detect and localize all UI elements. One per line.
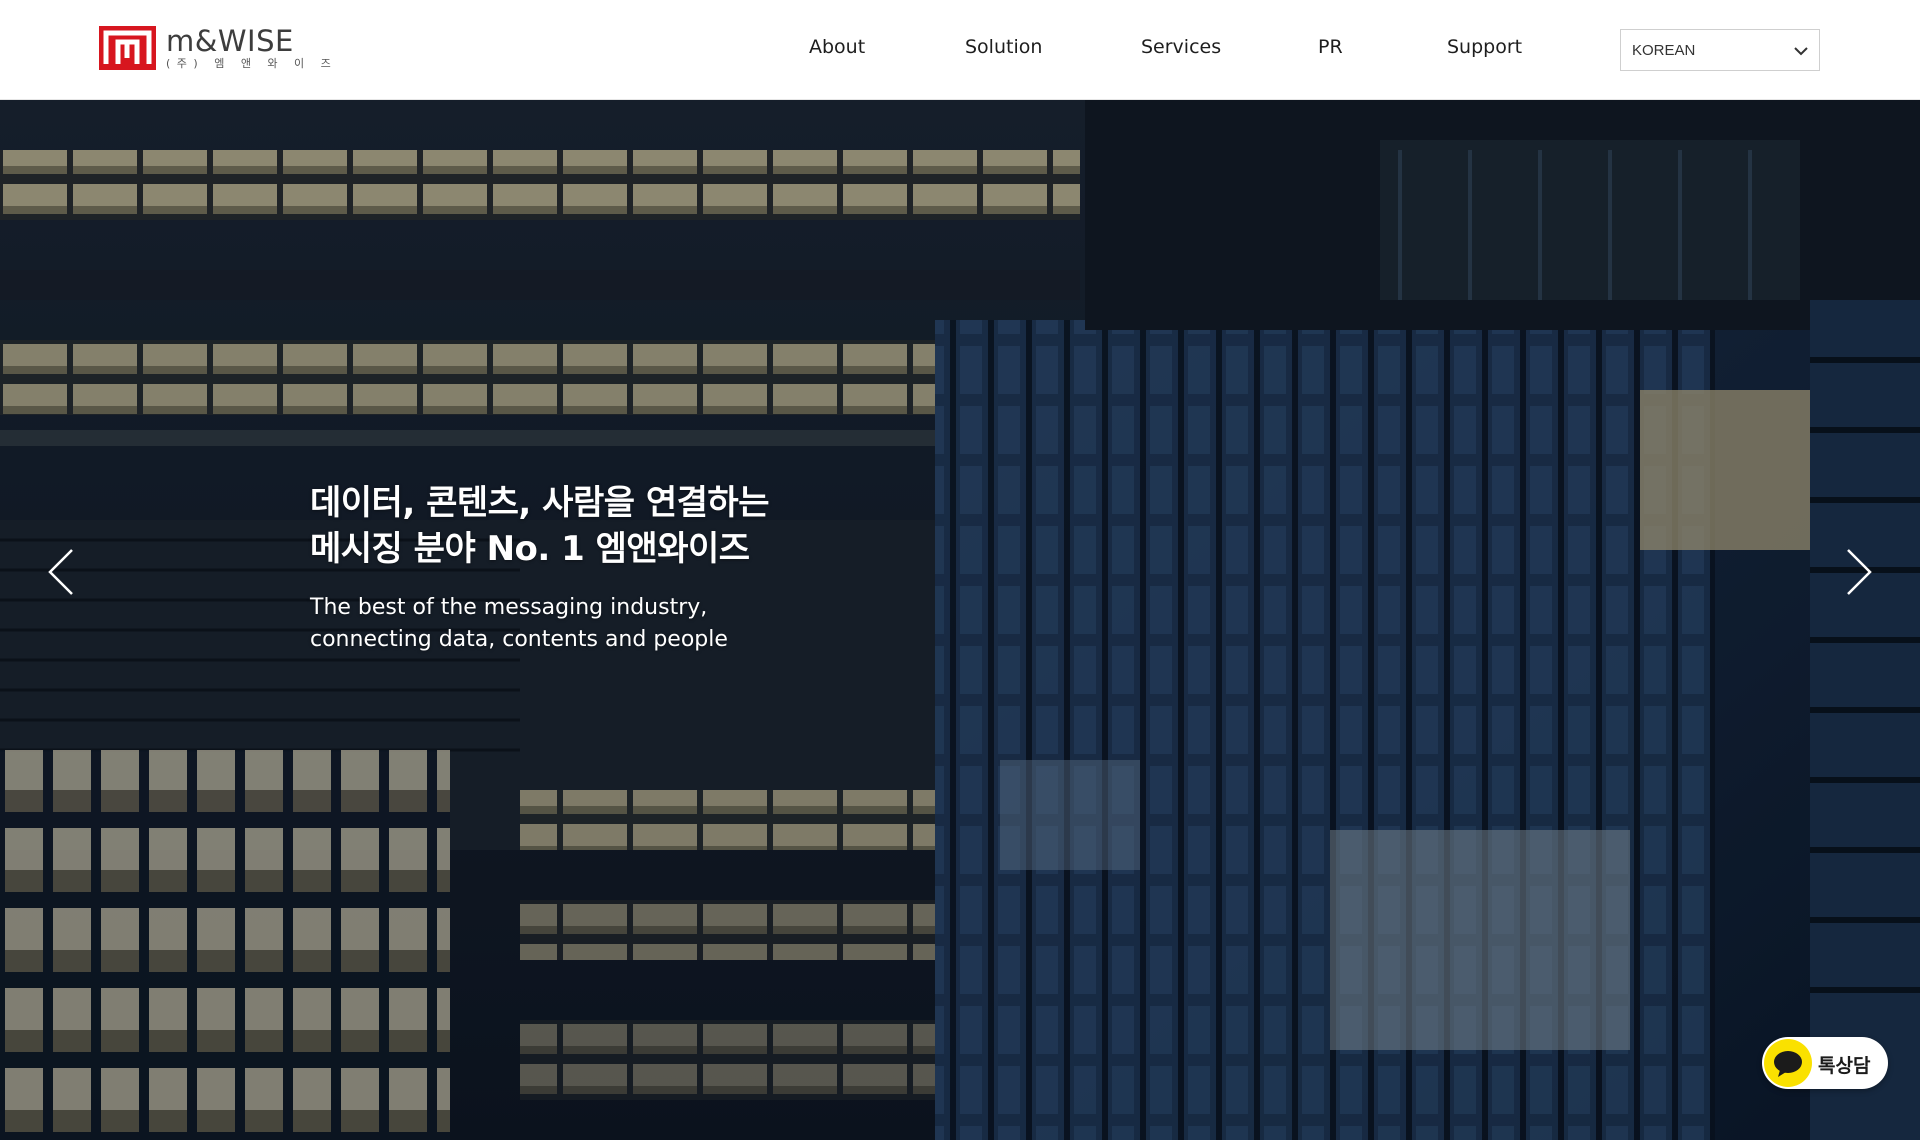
hero-caption: 데이터, 콘텐츠, 사람을 연결하는 메시징 분야 No. 1 엠앤와이즈 Th… — [310, 480, 769, 656]
logo-subtitle: (주) 엠 앤 와 이 즈 — [166, 57, 338, 70]
hero-background-image — [0, 100, 1920, 1140]
logo-name: m&WISE — [166, 24, 294, 58]
company-logo[interactable]: m&WISE (주) 엠 앤 와 이 즈 — [99, 26, 337, 72]
chevron-right-icon[interactable] — [1838, 542, 1878, 602]
chevron-down-icon — [1794, 47, 1808, 56]
kakao-chat-label: 톡상담 — [1818, 1055, 1871, 1077]
hero-subtitle: The best of the messaging industry, conn… — [310, 592, 769, 656]
nav-about[interactable]: About — [809, 36, 865, 58]
hero-subtitle-line-2: connecting data, contents and people — [310, 627, 728, 652]
nav-services[interactable]: Services — [1141, 36, 1221, 58]
hero-title-line-1: 데이터, 콘텐츠, 사람을 연결하는 — [310, 483, 769, 523]
nav-solution[interactable]: Solution — [965, 36, 1042, 58]
logo-text: m&WISE (주) 엠 앤 와 이 즈 — [166, 26, 337, 70]
language-value: KOREAN — [1632, 42, 1696, 59]
hero-title-line-2: 메시징 분야 No. 1 엠앤와이즈 — [310, 529, 750, 569]
site-header: m&WISE (주) 엠 앤 와 이 즈 About Solution Serv… — [0, 0, 1920, 100]
nav-pr[interactable]: PR — [1318, 36, 1343, 58]
language-select[interactable]: KOREAN — [1620, 29, 1820, 71]
kakao-chat-button[interactable]: 톡상담 — [1762, 1037, 1888, 1089]
logo-mark-icon — [99, 26, 156, 70]
speech-bubble-icon — [1764, 1039, 1812, 1087]
hero-subtitle-line-1: The best of the messaging industry, — [310, 595, 708, 620]
hero-slider: 데이터, 콘텐츠, 사람을 연결하는 메시징 분야 No. 1 엠앤와이즈 Th… — [0, 100, 1920, 1140]
nav-support[interactable]: Support — [1447, 36, 1522, 58]
chevron-left-icon[interactable] — [42, 542, 82, 602]
